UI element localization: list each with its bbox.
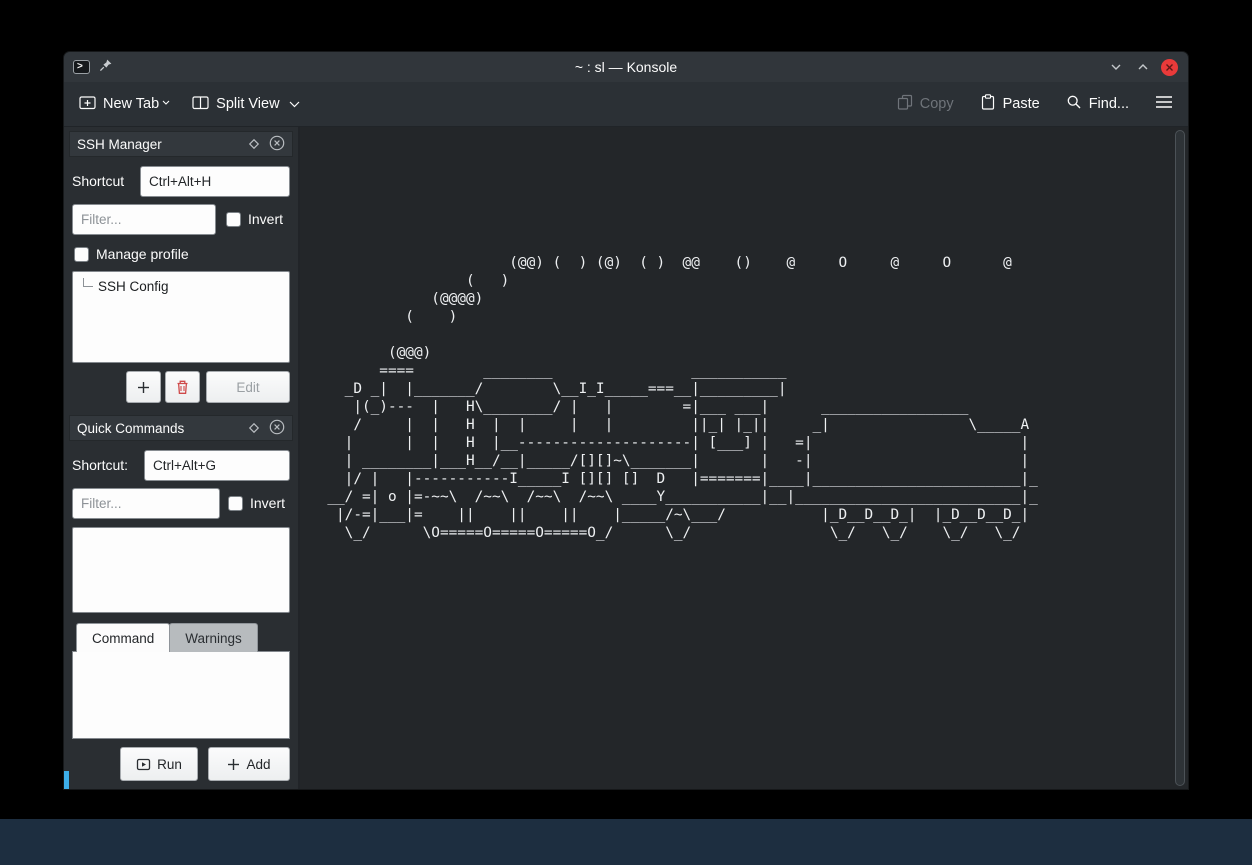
manage-profile-label: Manage profile (96, 246, 189, 262)
add-command-button[interactable]: Add (208, 747, 290, 781)
qc-buttons-row: Run Add (72, 747, 290, 781)
minimize-button[interactable] (1107, 58, 1125, 76)
ssh-manager-title: SSH Manager (77, 137, 162, 152)
split-view-chevron-down-icon (289, 96, 300, 112)
tree-item-label: SSH Config (98, 279, 169, 294)
quick-commands-header[interactable]: Quick Commands (69, 415, 293, 441)
qc-tabs: Command Warnings (76, 623, 290, 652)
ssh-shortcut-input[interactable] (140, 166, 290, 197)
search-icon (1066, 94, 1082, 114)
toolbar-right-group: Copy Paste Find... (897, 94, 1173, 114)
manage-profile-checkbox[interactable] (74, 247, 89, 262)
copy-button[interactable]: Copy (897, 94, 954, 114)
copy-label: Copy (920, 96, 954, 112)
sidebar: SSH Manager Shortcut (64, 127, 300, 789)
konsole-window: > ~ : sl — Konsole (64, 52, 1188, 789)
ssh-filter-row: Invert (72, 203, 290, 235)
maximize-button[interactable] (1134, 58, 1152, 76)
trash-icon (175, 379, 190, 395)
ssh-invert-label: Invert (248, 211, 283, 227)
qc-shortcut-row: Shortcut: (72, 449, 290, 481)
run-label: Run (157, 757, 182, 772)
split-view-label: Split View (216, 96, 279, 112)
new-tab-label: New Tab (103, 96, 159, 112)
float-panel-icon[interactable] (248, 422, 260, 434)
run-button[interactable]: Run (120, 747, 198, 781)
terminal-scrollbar[interactable] (1175, 130, 1185, 786)
ssh-shortcut-label: Shortcut (72, 173, 140, 189)
float-panel-icon[interactable] (248, 138, 260, 150)
close-panel-icon[interactable] (269, 419, 285, 438)
terminal-display[interactable]: (@@) ( ) (@) ( ) @@ () @ O @ O @ ( ) (@@… (300, 127, 1188, 789)
ssh-buttons-row: Edit (72, 371, 290, 403)
new-tab-menu-arrow-icon (162, 93, 170, 109)
ssh-filter-input[interactable] (72, 204, 216, 235)
qc-shortcut-input[interactable] (144, 450, 290, 481)
split-view-icon (192, 94, 209, 114)
manage-profile-row: Manage profile (72, 245, 290, 263)
plus-icon (227, 758, 240, 771)
qc-invert-label: Invert (250, 495, 285, 511)
run-icon (136, 757, 151, 772)
quick-commands-list[interactable] (72, 527, 290, 613)
ssh-invert-checkbox[interactable] (226, 212, 241, 227)
window-content: SSH Manager Shortcut (64, 127, 1188, 789)
new-tab-button[interactable]: New Tab (79, 93, 170, 115)
edit-entry-button[interactable]: Edit (206, 371, 290, 403)
delete-entry-button[interactable] (165, 371, 200, 403)
toolbar-left-group: New Tab Split View (79, 93, 300, 115)
tab-command[interactable]: Command (76, 623, 170, 652)
sl-ascii-train: (@@) ( ) (@) ( ) @@ () @ O @ O @ ( ) (@@… (310, 254, 1038, 542)
tab-warnings[interactable]: Warnings (169, 623, 258, 652)
qc-filter-input[interactable] (72, 488, 220, 519)
copy-icon (897, 94, 913, 114)
paste-icon (980, 94, 996, 114)
qc-invert-checkbox[interactable] (228, 496, 243, 511)
scrollbar-thumb[interactable] (1175, 130, 1185, 786)
split-view-button[interactable]: Split View (192, 93, 299, 115)
paste-button[interactable]: Paste (980, 94, 1040, 114)
find-label: Find... (1089, 96, 1129, 112)
ssh-shortcut-row: Shortcut (72, 165, 290, 197)
quick-commands-title: Quick Commands (77, 421, 184, 436)
list-item[interactable]: SSH Config (73, 272, 289, 294)
window-controls (1107, 52, 1178, 82)
add-entry-button[interactable] (126, 371, 161, 403)
hamburger-menu-icon[interactable] (1155, 95, 1173, 114)
konsole-app-icon: > (73, 60, 90, 74)
ssh-manager-panel: SSH Manager Shortcut (64, 127, 298, 411)
ssh-manager-header[interactable]: SSH Manager (69, 131, 293, 157)
new-tab-icon (79, 94, 96, 114)
window-title: ~ : sl — Konsole (64, 59, 1188, 75)
close-button[interactable] (1161, 59, 1178, 76)
titlebar[interactable]: > ~ : sl — Konsole (64, 52, 1188, 82)
desktop-panel-strip (0, 819, 1252, 865)
qc-filter-row: Invert (72, 487, 290, 519)
command-editor[interactable] (72, 651, 290, 739)
tree-branch-icon (83, 278, 93, 287)
paste-label: Paste (1003, 96, 1040, 112)
add-label: Add (246, 757, 270, 772)
qc-shortcut-label: Shortcut: (72, 457, 144, 473)
ssh-config-list[interactable]: SSH Config (72, 271, 290, 363)
main-toolbar: New Tab Split View Copy (64, 82, 1188, 127)
close-panel-icon[interactable] (269, 135, 285, 154)
titlebar-left: > (73, 52, 113, 82)
pin-icon[interactable] (99, 58, 113, 77)
find-button[interactable]: Find... (1066, 94, 1129, 114)
quick-commands-panel: Quick Commands Shortcut: (64, 411, 298, 789)
